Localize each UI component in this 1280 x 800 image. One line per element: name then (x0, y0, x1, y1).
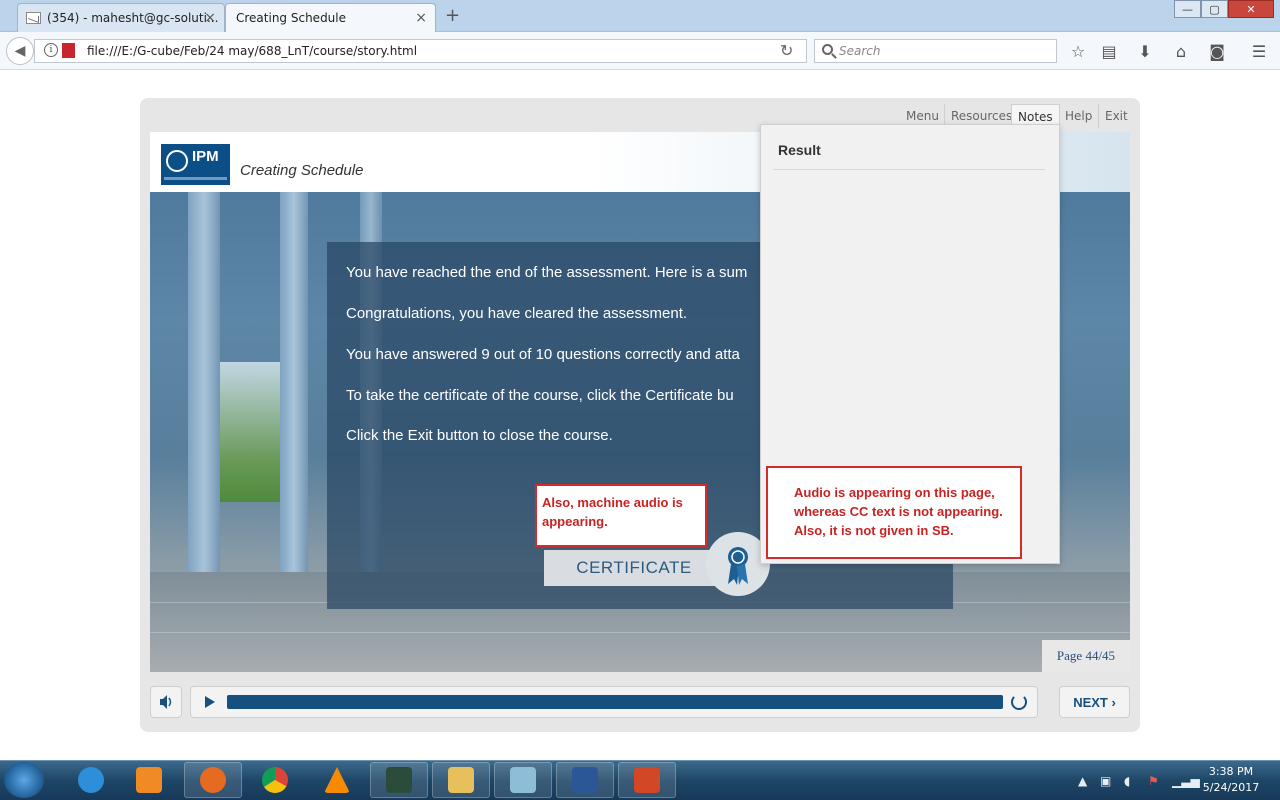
folder-icon (448, 767, 474, 793)
network-device-icon[interactable]: ▣ (1100, 774, 1111, 788)
congrats-line: Congratulations, you have cleared the as… (346, 305, 688, 322)
word-icon (572, 767, 598, 793)
new-tab-button[interactable]: + (445, 5, 460, 26)
taskbar-clock[interactable]: 3:38 PM 5/24/2017 (1196, 764, 1266, 796)
menu-icon[interactable]: ☰ (1248, 40, 1270, 62)
certificate-instruction-line: To take the certificate of the course, c… (346, 387, 734, 404)
home-icon[interactable]: ⌂ (1170, 40, 1192, 62)
taskbar-powerpoint[interactable] (618, 762, 676, 798)
lnt-logo-icon (166, 150, 188, 172)
media-player-icon (136, 767, 162, 793)
reading-list-icon[interactable]: ▤ (1098, 40, 1120, 62)
mail-icon (26, 12, 41, 24)
action-center-icon[interactable]: ⚑ (1148, 774, 1159, 788)
volume-icon (160, 695, 172, 709)
back-button[interactable]: ◀ (6, 37, 34, 65)
vlc-icon (324, 767, 350, 793)
bookmark-star-icon[interactable]: ☆ (1067, 40, 1089, 62)
background-window (220, 362, 280, 502)
review-annotation: Audio is appearing on this page, whereas… (766, 466, 1022, 559)
notes-heading: Result (778, 142, 821, 158)
tab-label: Creating Schedule (236, 11, 347, 25)
nav-exit[interactable]: Exit (1098, 104, 1134, 128)
exit-instruction-line: Click the Exit button to close the cours… (346, 427, 613, 444)
nav-help[interactable]: Help (1059, 104, 1098, 128)
logo-subline (164, 177, 227, 180)
ribbon-icon (728, 547, 748, 585)
download-icon[interactable]: ⬇ (1134, 40, 1156, 62)
taskbar-media-player[interactable] (120, 762, 178, 798)
taskbar-word[interactable] (556, 762, 614, 798)
play-icon[interactable] (205, 696, 215, 708)
seek-progress (227, 695, 1003, 709)
slides-icon (386, 767, 412, 793)
address-bar[interactable]: file:///E:/G-cube/Feb/24 may/688_LnT/cou… (34, 39, 807, 63)
certificate-button[interactable]: CERTIFICATE (544, 550, 724, 586)
clock-time: 3:38 PM (1208, 765, 1254, 778)
tab-creating-schedule[interactable]: Creating Schedule × (225, 3, 436, 32)
close-icon[interactable]: × (204, 10, 216, 26)
course-title: Creating Schedule (240, 162, 364, 179)
show-hidden-icons[interactable]: ▲ (1078, 774, 1087, 788)
taskbar-firefox[interactable] (184, 762, 242, 798)
pdf-icon (62, 43, 75, 58)
reload-icon[interactable]: ↻ (780, 41, 793, 60)
speaker-icon[interactable]: ◖ (1124, 774, 1130, 788)
taskbar-vlc[interactable] (308, 762, 366, 798)
taskbar-slides[interactable] (370, 762, 428, 798)
tab-mail[interactable]: (354) - mahesht@gc-soluti... × (17, 3, 225, 32)
lnt-ipm-logo: IPM (161, 144, 230, 185)
floor-line (150, 632, 1130, 633)
page-indicator: Page 44/45 (1042, 640, 1130, 672)
volume-button[interactable] (150, 686, 182, 718)
logo-text: IPM (192, 148, 219, 165)
info-icon[interactable]: i (44, 43, 58, 57)
clock-date: 5/24/2017 (1202, 781, 1260, 794)
next-button[interactable]: NEXT › (1059, 686, 1130, 718)
firefox-icon (200, 767, 226, 793)
review-annotation: Also, machine audio is appearing. (535, 484, 707, 547)
browser-navbar: ◀ file:///E:/G-cube/Feb/24 may/688_LnT/c… (0, 32, 1280, 70)
pocket-icon[interactable]: ◙ (1206, 40, 1228, 62)
tab-label: (354) - mahesht@gc-soluti... (47, 11, 219, 25)
search-icon (822, 44, 833, 55)
taskbar-internet-explorer[interactable] (62, 762, 120, 798)
score-line: You have answered 9 out of 10 questions … (346, 346, 740, 363)
replay-icon[interactable] (1011, 694, 1027, 710)
search-input[interactable]: Search (814, 39, 1057, 63)
notepad-icon (510, 767, 536, 793)
start-button[interactable] (4, 762, 44, 798)
chrome-icon (262, 767, 288, 793)
taskbar-notepad[interactable] (494, 762, 552, 798)
powerpoint-icon (634, 767, 660, 793)
minimize-button[interactable]: — (1174, 0, 1201, 18)
summary-line: You have reached the end of the assessme… (346, 264, 748, 281)
taskbar-chrome[interactable] (246, 762, 304, 798)
maximize-button[interactable]: ▢ (1201, 0, 1228, 18)
window-close-button[interactable]: ✕ (1228, 0, 1274, 18)
seek-bar[interactable] (227, 695, 1003, 709)
divider (773, 169, 1045, 170)
playback-bar (190, 686, 1038, 718)
taskbar-file-explorer[interactable] (432, 762, 490, 798)
close-icon[interactable]: × (415, 10, 427, 26)
ie-icon (78, 767, 104, 793)
